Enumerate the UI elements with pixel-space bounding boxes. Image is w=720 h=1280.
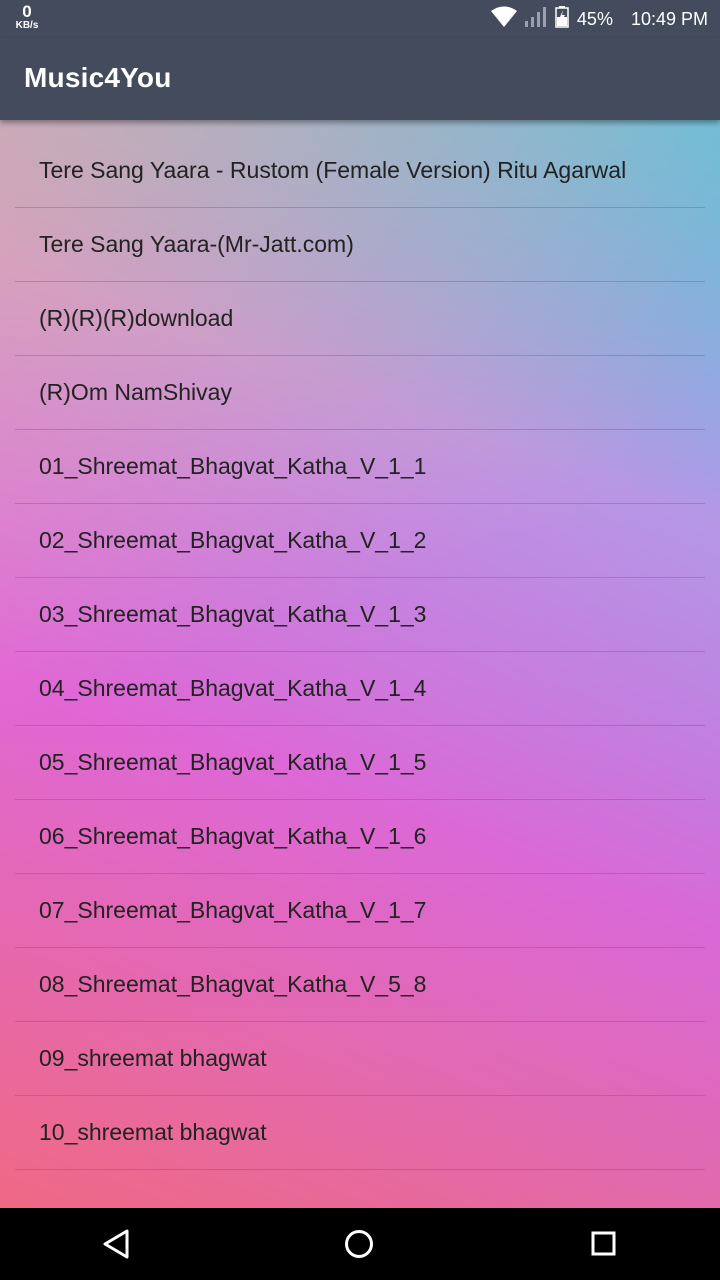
song-item[interactable]: 06_Shreemat_Bhagvat_Katha_V_1_6 — [15, 800, 705, 874]
signal-icon — [524, 6, 547, 33]
song-title: 03_Shreemat_Bhagvat_Katha_V_1_3 — [39, 601, 427, 627]
song-item[interactable]: 02_Shreemat_Bhagvat_Katha_V_1_2 — [15, 504, 705, 578]
song-item[interactable]: Tere Sang Yaara-(Mr-Jatt.com) — [15, 208, 705, 282]
song-item[interactable]: 03_Shreemat_Bhagvat_Katha_V_1_3 — [15, 578, 705, 652]
song-title: 06_Shreemat_Bhagvat_Katha_V_1_6 — [39, 823, 427, 849]
song-title: 02_Shreemat_Bhagvat_Katha_V_1_2 — [39, 527, 427, 553]
song-item[interactable]: 09_shreemat bhagwat — [15, 1022, 705, 1096]
song-title: Tere Sang Yaara-(Mr-Jatt.com) — [39, 231, 354, 257]
song-title: 08_Shreemat_Bhagvat_Katha_V_5_8 — [39, 971, 427, 997]
status-bar: 0 KB/s 45% 10:49 PM — [0, 0, 720, 38]
app-title: Music4You — [24, 62, 172, 93]
song-title: 07_Shreemat_Bhagvat_Katha_V_1_7 — [39, 897, 427, 923]
song-item[interactable]: 08_Shreemat_Bhagvat_Katha_V_5_8 — [15, 948, 705, 1022]
battery-icon — [555, 5, 569, 33]
song-title: 05_Shreemat_Bhagvat_Katha_V_1_5 — [39, 749, 427, 775]
song-item[interactable]: (R)(R)(R)download — [15, 282, 705, 356]
song-item[interactable]: 01_Shreemat_Bhagvat_Katha_V_1_1 — [15, 430, 705, 504]
song-list: Tere Sang Yaara - Rustom (Female Version… — [15, 134, 705, 1170]
song-title: 01_Shreemat_Bhagvat_Katha_V_1_1 — [39, 453, 427, 479]
navigation-bar — [0, 1208, 720, 1280]
net-speed-indicator: 0 KB/s — [12, 3, 42, 31]
song-item[interactable]: (R)Om NamShivay — [15, 356, 705, 430]
net-speed-unit: KB/s — [15, 20, 39, 31]
net-speed-value: 0 — [22, 2, 32, 21]
home-icon — [342, 1230, 376, 1264]
recents-icon — [586, 1231, 620, 1264]
song-title: 04_Shreemat_Bhagvat_Katha_V_1_4 — [39, 675, 427, 701]
song-list-container[interactable]: Tere Sang Yaara - Rustom (Female Version… — [0, 120, 720, 1208]
song-item[interactable]: 05_Shreemat_Bhagvat_Katha_V_1_5 — [15, 726, 705, 800]
back-icon — [100, 1229, 134, 1264]
battery-percent: 45% — [576, 8, 613, 29]
wifi-icon — [490, 6, 517, 33]
clock: 10:49 PM — [630, 8, 708, 29]
song-title: Tere Sang Yaara - Rustom (Female Version… — [39, 157, 627, 183]
song-title: (R)Om NamShivay — [39, 379, 232, 405]
song-title: 09_shreemat bhagwat — [39, 1045, 267, 1071]
back-button[interactable] — [100, 1228, 136, 1260]
song-title: (R)(R)(R)download — [39, 305, 234, 331]
home-button[interactable] — [342, 1228, 378, 1260]
song-item[interactable]: 10_shreemat bhagwat — [15, 1096, 705, 1170]
app-bar: Music4You — [0, 38, 720, 120]
song-item[interactable]: 07_Shreemat_Bhagvat_Katha_V_1_7 — [15, 874, 705, 948]
recents-button[interactable] — [586, 1228, 622, 1260]
song-title: 10_shreemat bhagwat — [39, 1119, 267, 1145]
song-item[interactable]: Tere Sang Yaara - Rustom (Female Version… — [15, 134, 705, 208]
song-item[interactable]: 04_Shreemat_Bhagvat_Katha_V_1_4 — [15, 652, 705, 726]
